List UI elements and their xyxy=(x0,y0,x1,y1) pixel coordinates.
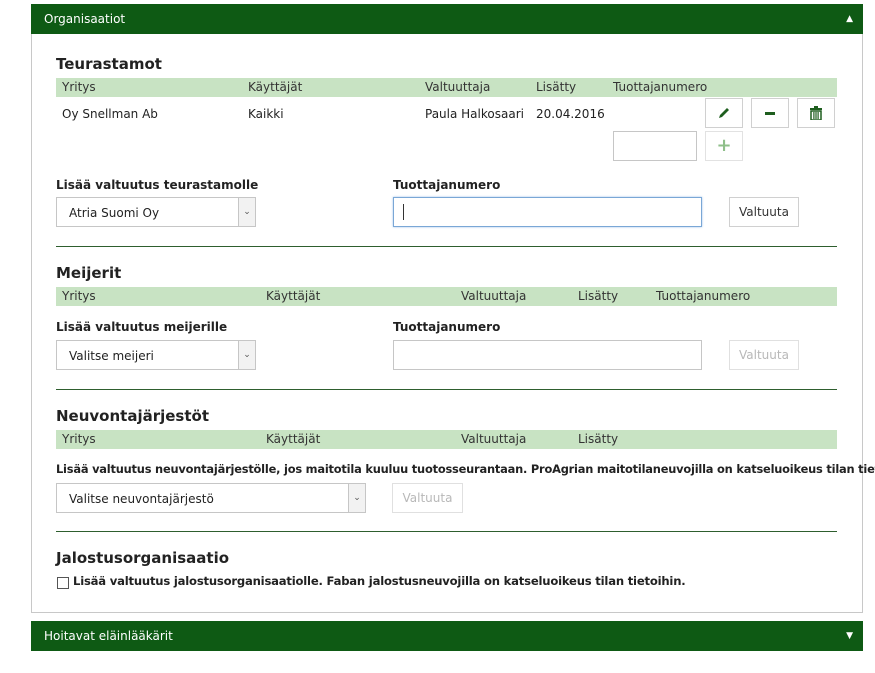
pencil-icon xyxy=(719,108,729,118)
col-yritys: Yritys xyxy=(62,80,96,94)
col-valtuuttaja: Valtuuttaja xyxy=(461,432,527,446)
teurastamo-add-label: Lisää valtuutus teurastamolle xyxy=(56,178,259,192)
col-valtuuttaja: Valtuuttaja xyxy=(461,289,527,303)
meijerit-title: Meijerit xyxy=(56,264,122,282)
expand-caret-icon[interactable]: ▼ xyxy=(846,621,853,651)
delete-button[interactable] xyxy=(797,98,835,128)
organisaatiot-title: Organisaatiot xyxy=(44,12,126,26)
add-row-button[interactable]: + xyxy=(705,131,743,161)
meijeri-valtuuta-button[interactable]: Valtuuta xyxy=(729,340,799,370)
text-cursor xyxy=(403,204,404,220)
trash-icon xyxy=(810,106,822,121)
teurastamo-valtuuta-button[interactable]: Valtuuta xyxy=(729,197,799,227)
hoitavat-elainlaakarit-title: Hoitavat eläinlääkärit xyxy=(44,629,173,643)
teurastamo-number-label: Tuottajanumero xyxy=(393,178,501,192)
col-lisatty: Lisätty xyxy=(578,289,619,303)
jalostus-checkbox[interactable] xyxy=(57,577,69,589)
meijeri-number-label: Tuottajanumero xyxy=(393,320,501,334)
col-kayttajat: Käyttäjät xyxy=(266,432,321,446)
teurastamot-table-header: Yritys Käyttäjät Valtuuttaja Lisätty Tuo… xyxy=(56,78,837,97)
divider xyxy=(56,389,837,390)
row-lisatty: 20.04.2016 xyxy=(536,107,605,121)
minus-icon xyxy=(765,112,775,115)
col-lisatty: Lisätty xyxy=(578,432,619,446)
meijeri-number-input[interactable] xyxy=(393,340,702,370)
chevron-down-icon: ⌄ xyxy=(238,341,255,369)
col-kayttajat: Käyttäjät xyxy=(266,289,321,303)
col-yritys: Yritys xyxy=(62,432,96,446)
organisaatiot-header[interactable]: Organisaatiot ▲ xyxy=(31,4,863,34)
jalostus-title: Jalostusorganisaatio xyxy=(56,549,230,567)
chevron-down-icon: ⌄ xyxy=(348,484,365,512)
neuvonta-select[interactable]: Valitse neuvontajärjestö ⌄ xyxy=(56,483,366,513)
divider xyxy=(56,531,837,532)
meijerit-table-header: Yritys Käyttäjät Valtuuttaja Lisätty Tuo… xyxy=(56,287,837,306)
neuvonta-table-header: Yritys Käyttäjät Valtuuttaja Lisätty xyxy=(56,430,837,449)
meijeri-add-label: Lisää valtuutus meijerille xyxy=(56,320,228,334)
edit-button[interactable] xyxy=(705,98,743,128)
plus-icon: + xyxy=(716,135,732,156)
chevron-down-icon: ⌄ xyxy=(238,198,255,226)
teurastamo-select[interactable]: Atria Suomi Oy ⌄ xyxy=(56,197,256,227)
teurastamo-select-value: Atria Suomi Oy xyxy=(69,206,160,220)
col-tuottajanumero: Tuottajanumero xyxy=(656,289,751,303)
col-lisatty: Lisätty xyxy=(536,80,577,94)
neuvonta-add-label: Lisää valtuutus neuvontajärjestölle, jos… xyxy=(56,462,875,476)
remove-button[interactable] xyxy=(751,98,789,128)
col-kayttajat: Käyttäjät xyxy=(248,80,303,94)
col-tuottajanumero: Tuottajanumero xyxy=(613,80,708,94)
jalostus-checkbox-label[interactable]: Lisää valtuutus jalostusorganisaatiolle.… xyxy=(73,574,686,588)
teurastamo-number-input[interactable] xyxy=(393,197,702,227)
neuvonta-select-value: Valitse neuvontajärjestö xyxy=(69,492,214,506)
col-valtuuttaja: Valtuuttaja xyxy=(425,80,491,94)
row-tuottajanumero-input[interactable] xyxy=(613,131,697,161)
meijeri-select[interactable]: Valitse meijeri ⌄ xyxy=(56,340,256,370)
row-valtuuttaja: Paula Halkosaari xyxy=(425,107,524,121)
divider xyxy=(56,246,837,247)
meijeri-select-value: Valitse meijeri xyxy=(69,349,154,363)
collapse-caret-icon[interactable]: ▲ xyxy=(846,4,853,34)
hoitavat-elainlaakarit-header[interactable]: Hoitavat eläinlääkärit ▼ xyxy=(31,621,863,651)
col-yritys: Yritys xyxy=(62,289,96,303)
teurastamot-title: Teurastamot xyxy=(56,55,162,73)
neuvonta-valtuuta-button[interactable]: Valtuuta xyxy=(392,483,463,513)
row-kayttajat: Kaikki xyxy=(248,107,284,121)
neuvonta-title: Neuvontajärjestöt xyxy=(56,407,210,425)
row-yritys: Oy Snellman Ab xyxy=(62,107,158,121)
